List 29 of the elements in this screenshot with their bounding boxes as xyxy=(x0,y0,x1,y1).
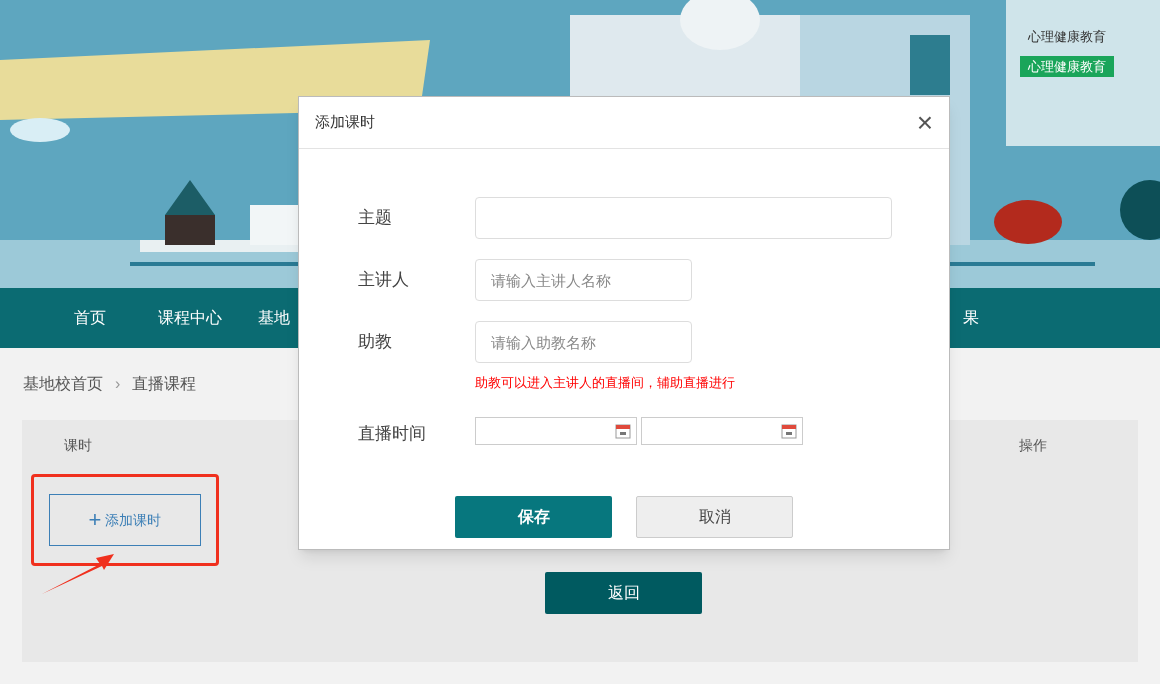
column-header: 课时 xyxy=(64,435,93,455)
calendar-icon xyxy=(615,422,631,439)
calendar-icon xyxy=(781,422,797,439)
nav-item[interactable]: 果 xyxy=(963,306,979,330)
input-field[interactable]: 请输入助教名称 xyxy=(475,321,692,363)
nav-item[interactable]: 课程中心 xyxy=(140,306,240,330)
back-button[interactable]: 返回 xyxy=(545,572,702,614)
nav-item[interactable]: 基地 xyxy=(258,306,290,330)
breadcrumb-current: 直播课程 xyxy=(132,374,197,394)
field-label: 主题 xyxy=(358,207,393,229)
dialog-title: 添加课时 xyxy=(315,112,375,133)
breadcrumb-link[interactable]: 基地校首页 xyxy=(23,372,103,396)
plus-icon: + xyxy=(88,509,102,531)
field-label: 直播时间 xyxy=(358,422,427,445)
chevron-icon: › xyxy=(115,372,121,396)
add-lesson-button[interactable]: + 添加课时 xyxy=(49,494,201,546)
hint-text: 助教可以进入主讲人的直播间，辅助直播进行 xyxy=(475,374,735,392)
date-field[interactable] xyxy=(641,416,803,445)
field-label: 助教 xyxy=(358,331,393,353)
save-button[interactable]: 保存 xyxy=(455,496,612,538)
category-item[interactable]: 心理健康教育 xyxy=(1020,55,1114,77)
input-field[interactable] xyxy=(475,197,892,239)
input-field[interactable]: 请输入主讲人名称 xyxy=(475,259,692,301)
nav-item[interactable]: 首页 xyxy=(40,306,140,330)
field-label: 主讲人 xyxy=(358,269,410,291)
category-item[interactable]: 心理健康教育 xyxy=(1020,26,1114,48)
cancel-button[interactable]: 取消 xyxy=(636,496,793,538)
column-header: 操作 xyxy=(1019,435,1047,455)
date-field[interactable] xyxy=(475,416,637,445)
